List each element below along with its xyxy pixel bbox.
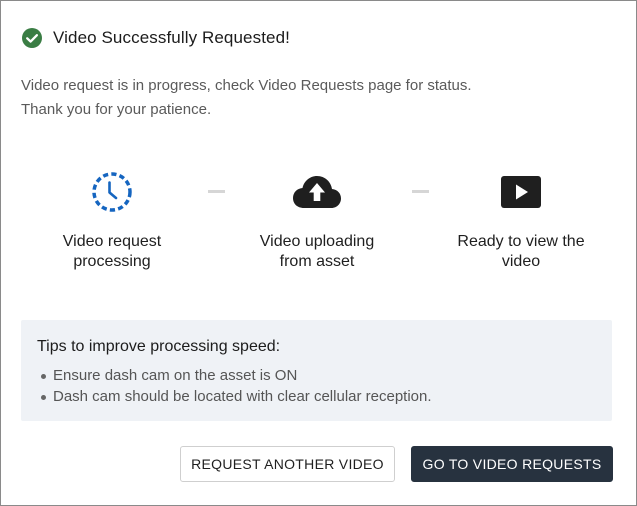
tips-list: Ensure dash cam on the asset is ON Dash … — [37, 365, 432, 407]
dialog-header: Video Successfully Requested! — [21, 27, 290, 49]
step-connector — [412, 190, 429, 193]
step-request-processing: Video request processing — [22, 171, 202, 272]
tip-item: Dash cam should be located with clear ce… — [37, 386, 432, 407]
step-video-uploading: Video uploading from asset — [227, 171, 407, 272]
video-requested-dialog: Video Successfully Requested! Video requ… — [0, 0, 637, 506]
clock-icon — [92, 172, 132, 212]
step-connector — [208, 190, 225, 193]
go-to-video-requests-button[interactable]: GO TO VIDEO REQUESTS — [411, 446, 613, 482]
tips-panel: Tips to improve processing speed: Ensure… — [21, 320, 612, 421]
step-label: Video uploading from asset — [259, 233, 375, 270]
tip-item: Ensure dash cam on the asset is ON — [37, 365, 432, 386]
dialog-title: Video Successfully Requested! — [53, 28, 290, 47]
dialog-description: Video request is in progress, check Vide… — [21, 74, 472, 122]
play-video-icon — [501, 176, 541, 208]
success-check-icon — [22, 28, 42, 48]
cloud-upload-icon — [293, 176, 341, 208]
description-line: Video request is in progress, check Vide… — [21, 77, 472, 94]
tips-title: Tips to improve processing speed: — [37, 338, 281, 355]
request-another-video-button[interactable]: REQUEST ANOTHER VIDEO — [180, 446, 395, 482]
step-label: Ready to view the video — [457, 233, 585, 270]
step-label: Video request processing — [62, 233, 162, 270]
step-ready-to-view: Ready to view the video — [431, 171, 611, 272]
description-line: Thank you for your patience. — [21, 101, 212, 118]
